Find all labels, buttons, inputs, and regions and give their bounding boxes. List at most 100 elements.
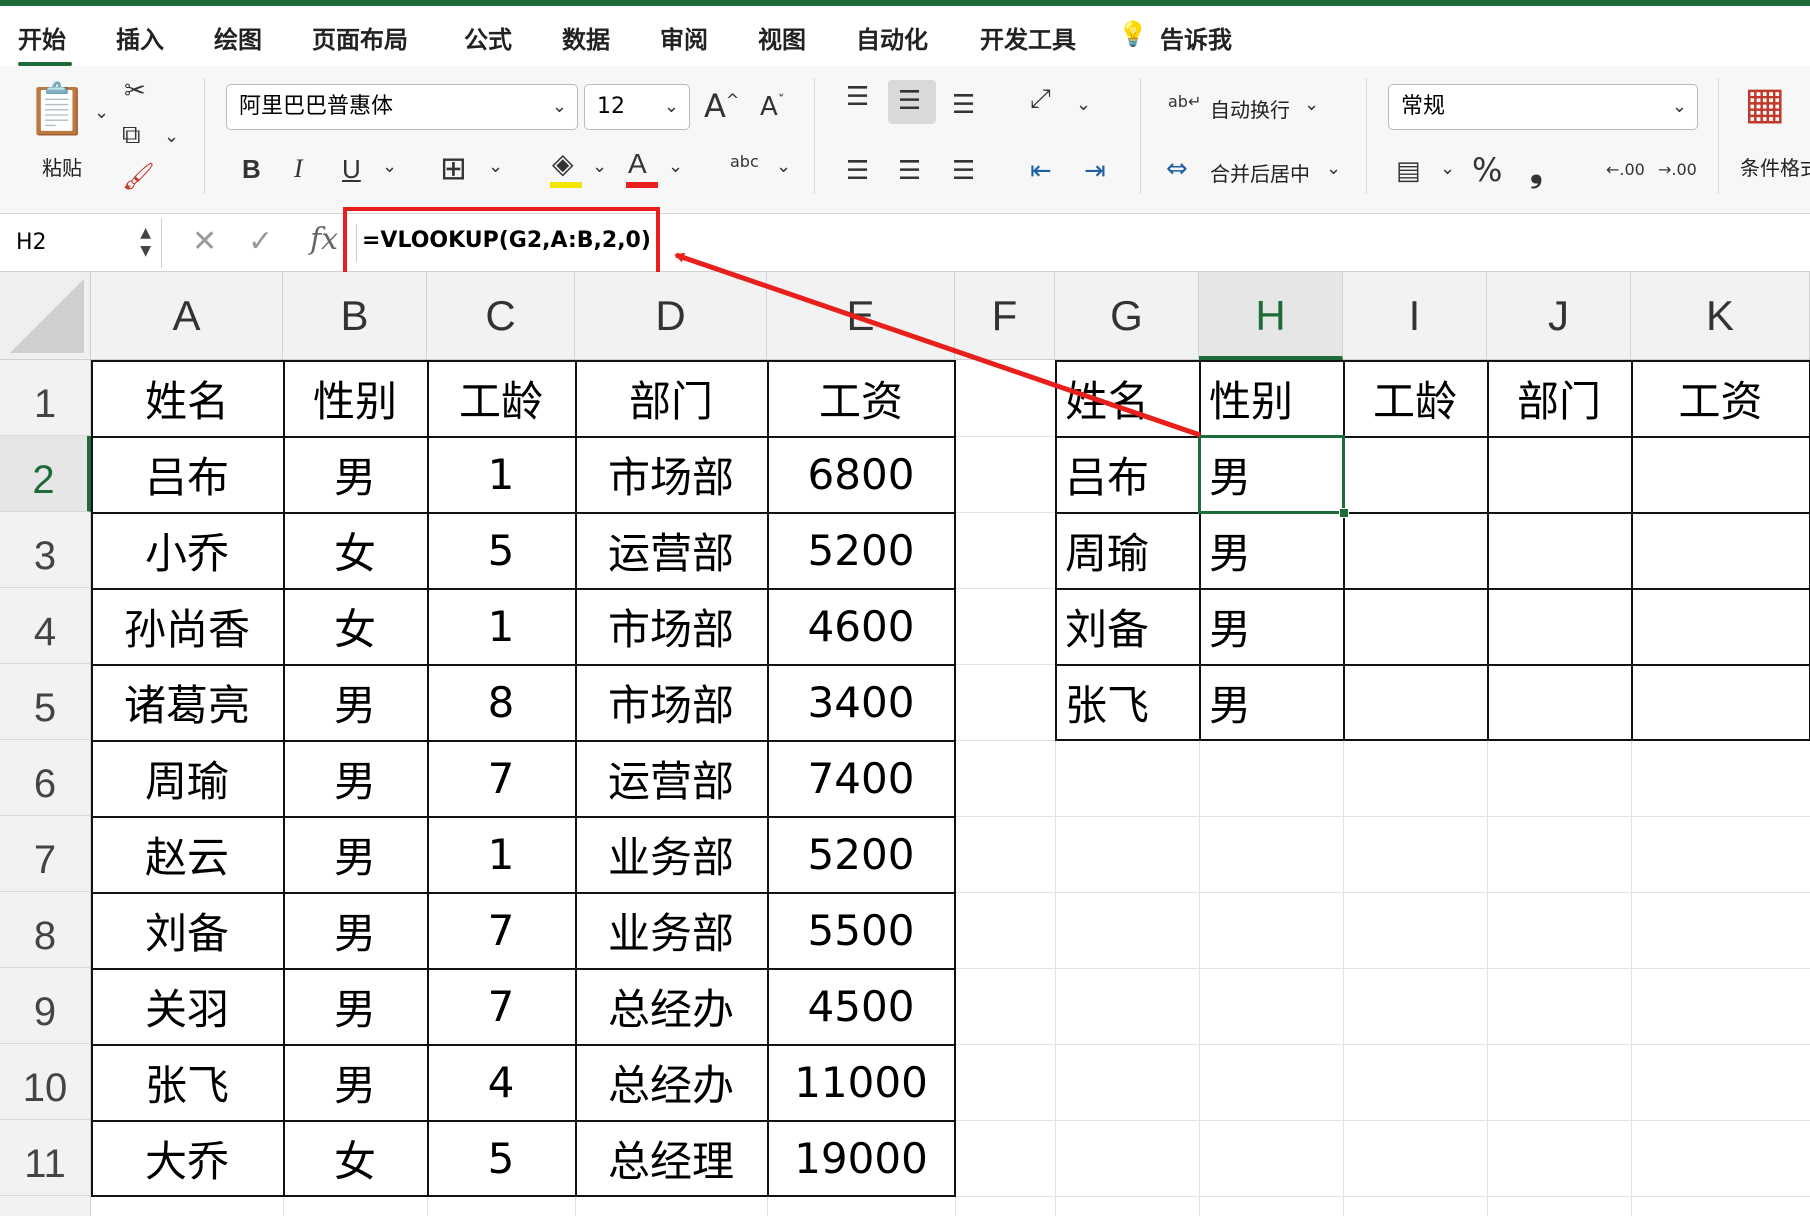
cell-d3[interactable]: 运营部 bbox=[575, 512, 767, 588]
cell-c10[interactable]: 4 bbox=[427, 1044, 575, 1120]
font-color-icon[interactable]: A bbox=[628, 150, 647, 178]
row-header-2[interactable]: 2 bbox=[0, 436, 91, 512]
format-painter-icon[interactable]: 🖌 bbox=[122, 164, 155, 190]
cell-i3[interactable] bbox=[1343, 512, 1487, 588]
cell-d6[interactable]: 运营部 bbox=[575, 740, 767, 816]
row-header-11[interactable]: 11 bbox=[0, 1120, 91, 1196]
cell-i4[interactable] bbox=[1343, 588, 1487, 664]
cell-g5[interactable]: 张飞 bbox=[1055, 664, 1199, 740]
cell-c8[interactable]: 7 bbox=[427, 892, 575, 968]
tab-page-layout[interactable]: 页面布局 bbox=[312, 20, 408, 55]
name-box[interactable]: H2 ▲ ▼ bbox=[0, 218, 162, 268]
cell-h3[interactable]: 男 bbox=[1199, 512, 1343, 588]
cell-g2[interactable]: 吕布 bbox=[1055, 436, 1199, 512]
decrease-indent-icon[interactable]: ⇤ bbox=[1030, 158, 1052, 184]
cell-e4[interactable]: 4600 bbox=[767, 588, 955, 664]
cell-e8[interactable]: 5500 bbox=[767, 892, 955, 968]
cell-k1[interactable]: 工资 bbox=[1631, 360, 1810, 436]
underline-button[interactable]: U bbox=[342, 156, 361, 182]
cell-c11[interactable]: 5 bbox=[427, 1120, 575, 1196]
cell-a2[interactable]: 吕布 bbox=[91, 436, 283, 512]
borders-dropdown-chevron-icon[interactable]: ⌄ bbox=[488, 156, 503, 177]
increase-indent-icon[interactable]: ⇥ bbox=[1084, 158, 1106, 184]
copy-icon[interactable]: ⧉ bbox=[122, 122, 141, 148]
cancel-icon[interactable]: ✕ bbox=[192, 224, 217, 259]
name-box-stepper-icon[interactable]: ▲ ▼ bbox=[140, 224, 151, 260]
tell-me-search[interactable]: 告诉我 bbox=[1160, 20, 1232, 55]
merge-dropdown-chevron-icon[interactable]: ⌄ bbox=[1326, 158, 1341, 179]
grow-font-button[interactable]: A^ bbox=[704, 90, 739, 122]
cell-a11[interactable]: 大乔 bbox=[91, 1120, 283, 1196]
font-size-dropdown[interactable]: 12 ⌄ bbox=[584, 84, 690, 130]
increase-decimal-button[interactable]: ←.00 bbox=[1606, 160, 1645, 179]
cell-b5[interactable]: 男 bbox=[283, 664, 427, 740]
cell-c5[interactable]: 8 bbox=[427, 664, 575, 740]
scissors-icon[interactable]: ✂ bbox=[124, 78, 146, 104]
cell-c9[interactable]: 7 bbox=[427, 968, 575, 1044]
column-header-b[interactable]: B bbox=[283, 272, 427, 360]
selected-cell-h2[interactable] bbox=[1198, 435, 1345, 514]
row-header-10[interactable]: 10 bbox=[0, 1044, 91, 1120]
cell-a7[interactable]: 赵云 bbox=[91, 816, 283, 892]
cell-h4[interactable]: 男 bbox=[1199, 588, 1343, 664]
cell-a10[interactable]: 张飞 bbox=[91, 1044, 283, 1120]
wrap-text-dropdown-chevron-icon[interactable]: ⌄ bbox=[1304, 94, 1319, 115]
cell-g1[interactable]: 姓名 bbox=[1055, 360, 1199, 436]
tab-developer[interactable]: 开发工具 bbox=[980, 20, 1076, 55]
cell-c3[interactable]: 5 bbox=[427, 512, 575, 588]
column-header-c[interactable]: C bbox=[427, 272, 575, 360]
cell-b8[interactable]: 男 bbox=[283, 892, 427, 968]
paste-label[interactable]: 粘贴 bbox=[42, 152, 82, 181]
percent-style-button[interactable]: % bbox=[1472, 154, 1502, 186]
cell-e3[interactable]: 5200 bbox=[767, 512, 955, 588]
cell-e9[interactable]: 4500 bbox=[767, 968, 955, 1044]
cell-b9[interactable]: 男 bbox=[283, 968, 427, 1044]
fill-color-icon[interactable]: ◈ bbox=[552, 150, 574, 178]
cell-d1[interactable]: 部门 bbox=[575, 360, 767, 436]
cell-j3[interactable] bbox=[1487, 512, 1631, 588]
cell-d9[interactable]: 总经办 bbox=[575, 968, 767, 1044]
column-header-d[interactable]: D bbox=[575, 272, 767, 360]
decrease-decimal-button[interactable]: →.00 bbox=[1658, 160, 1697, 179]
align-right-icon[interactable]: ☰ bbox=[952, 158, 975, 184]
accounting-dropdown-chevron-icon[interactable]: ⌄ bbox=[1440, 158, 1455, 179]
orientation-dropdown-chevron-icon[interactable]: ⌄ bbox=[776, 156, 791, 177]
cell-b11[interactable]: 女 bbox=[283, 1120, 427, 1196]
cell-e2[interactable]: 6800 bbox=[767, 436, 955, 512]
number-format-dropdown[interactable]: 常规 ⌄ bbox=[1388, 84, 1698, 130]
cell-k5[interactable] bbox=[1631, 664, 1810, 740]
underline-dropdown-chevron-icon[interactable]: ⌄ bbox=[382, 156, 397, 177]
cell-e11[interactable]: 19000 bbox=[767, 1120, 955, 1196]
cell-c4[interactable]: 1 bbox=[427, 588, 575, 664]
accounting-format-icon[interactable]: ▤ bbox=[1396, 158, 1421, 184]
cell-j1[interactable]: 部门 bbox=[1487, 360, 1631, 436]
merge-center-button[interactable]: 合并后居中 bbox=[1210, 158, 1310, 187]
cell-j2[interactable] bbox=[1487, 436, 1631, 512]
copy-dropdown-chevron-icon[interactable]: ⌄ bbox=[164, 126, 179, 147]
column-header-e[interactable]: E bbox=[767, 272, 955, 360]
insert-function-icon[interactable]: fx bbox=[310, 222, 338, 257]
tab-home[interactable]: 开始 bbox=[18, 20, 66, 55]
column-header-h[interactable]: H bbox=[1199, 272, 1343, 360]
select-all-button[interactable] bbox=[0, 272, 91, 360]
cell-c7[interactable]: 1 bbox=[427, 816, 575, 892]
cell-a8[interactable]: 刘备 bbox=[91, 892, 283, 968]
bold-button[interactable]: B bbox=[242, 156, 261, 182]
cell-i2[interactable] bbox=[1343, 436, 1487, 512]
tab-formulas[interactable]: 公式 bbox=[464, 20, 512, 55]
wrap-text-button[interactable]: 自动换行 bbox=[1210, 94, 1290, 123]
align-middle-icon[interactable]: ☰ bbox=[898, 88, 921, 114]
cell-e6[interactable]: 7400 bbox=[767, 740, 955, 816]
cell-d10[interactable]: 总经办 bbox=[575, 1044, 767, 1120]
cell-a1[interactable]: 姓名 bbox=[91, 360, 283, 436]
column-header-i[interactable]: I bbox=[1343, 272, 1487, 360]
fill-handle[interactable] bbox=[1339, 508, 1349, 518]
align-top-icon[interactable]: ☰ bbox=[846, 84, 869, 110]
cell-b7[interactable]: 男 bbox=[283, 816, 427, 892]
cell-k3[interactable] bbox=[1631, 512, 1810, 588]
cell-d4[interactable]: 市场部 bbox=[575, 588, 767, 664]
column-header-j[interactable]: J bbox=[1487, 272, 1631, 360]
text-angle-icon[interactable]: ⤢ bbox=[1030, 86, 1051, 112]
paste-icon[interactable]: 📋 bbox=[26, 84, 88, 134]
cell-b10[interactable]: 男 bbox=[283, 1044, 427, 1120]
